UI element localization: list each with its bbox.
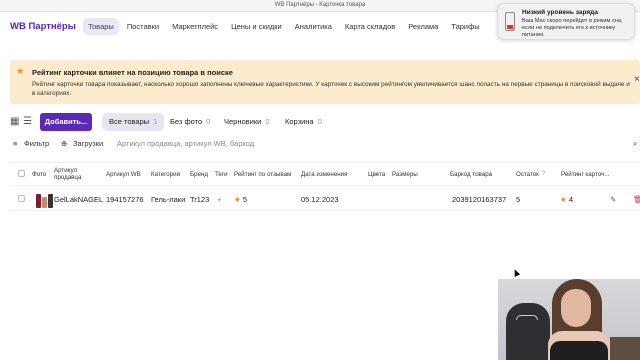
nav-links: Товары Поставки Маркетплейс Цены и скидк… [83, 18, 485, 35]
card-rating-value: 4 [568, 195, 573, 204]
stock: 5 [516, 195, 521, 204]
edit-icon[interactable]: ✎ [610, 195, 616, 204]
tab-label: Без фото [170, 117, 203, 126]
half-star-icon: ★ [560, 195, 567, 204]
add-button[interactable]: Добавить... [40, 113, 92, 131]
review-rating-value: 5 [242, 195, 247, 204]
banner-text: Рейтинг карточки товара показывает, наск… [32, 81, 630, 97]
chair-shape [506, 303, 550, 360]
seller-article[interactable]: GelLakNAGEL [54, 195, 103, 204]
tab-label: Все товары [109, 117, 150, 126]
nav-item-tovary[interactable]: Товары [83, 18, 119, 35]
col-card-rating[interactable]: Рейтинг карточ... [561, 171, 609, 178]
battery-icon [505, 12, 515, 31]
col-category[interactable]: Категория [151, 171, 180, 178]
col-photo: Фото [32, 171, 47, 178]
nav-item-warehouses[interactable]: Карта складов [340, 18, 400, 35]
tab-count: 0 [206, 117, 211, 126]
star-icon: ★ [234, 195, 241, 204]
notification-body: Ваш Mac скоро перейдет в режим сна, если… [522, 18, 623, 38]
mouse-cursor [511, 268, 521, 277]
tab-count: 1 [153, 117, 158, 126]
webcam-overlay [498, 279, 640, 360]
review-rating: ★ 5 [234, 195, 247, 204]
barcode: 2039120163737 [452, 195, 507, 204]
select-all-checkbox[interactable] [18, 170, 25, 177]
row-checkbox[interactable] [18, 195, 25, 202]
nav-item-ads[interactable]: Реклама [403, 18, 443, 35]
col-brand[interactable]: Бренд [190, 171, 208, 178]
filter-icon[interactable]: ≡ [13, 139, 17, 148]
col-sizes: Размеры [392, 171, 418, 178]
nav-item-postavki[interactable]: Поставки [122, 18, 164, 35]
nav-item-analytics[interactable]: Аналитика [290, 18, 337, 35]
col-review-rating[interactable]: Рейтинг по отзывам [234, 171, 291, 178]
search-icon[interactable]: ⌕ [633, 139, 637, 149]
nav-item-marketplace[interactable]: Маркетплейс [167, 18, 223, 35]
col-seller-article[interactable]: Артикул продавца [54, 167, 92, 181]
col-stock[interactable]: Остаток [516, 171, 539, 178]
category: Гель-лаки [151, 195, 186, 204]
presenter-shirt [550, 341, 608, 360]
col-barcode: Баркод товара [450, 171, 493, 178]
grid-view-icon[interactable]: ▦ [10, 116, 19, 127]
col-date-changed[interactable]: Дата изменения [301, 171, 348, 178]
app-window: WB Партнёры - Карточка товара WB Партнёр… [0, 0, 640, 360]
table-header: Фото Артикул продавца Артикул WB Категор… [10, 162, 640, 184]
col-tags: Теги [215, 171, 228, 178]
table-row[interactable]: GelLakNAGEL 194157276 Гель-лаки Tr123 + … [10, 185, 640, 211]
close-icon[interactable]: × [634, 74, 640, 85]
delete-icon[interactable]: 🗑 [633, 195, 640, 204]
tab-no-photo[interactable]: Без фото 0 [163, 113, 217, 131]
tab-count: 0 [317, 117, 322, 126]
tab-all-products[interactable]: Все товары 1 [102, 113, 165, 131]
star-icon: ★ [16, 66, 25, 76]
low-battery-notification[interactable]: Низкий уровень заряда Ваш Mac скоро пере… [497, 3, 635, 40]
rating-info-banner: ★ Рейтинг карточки влияет на позицию тов… [10, 60, 640, 104]
tab-label: Черновики [224, 117, 262, 126]
toolbar: ▦ ☰ Добавить... Все товары 1 Без фото 0 Че… [0, 112, 640, 132]
tab-count: 0 [265, 117, 270, 126]
nav-item-prices[interactable]: Цены и скидки [226, 18, 287, 35]
filter-bar: ≡ Фильтр ⊕ Загрузки Артикул продавца, ар… [0, 136, 640, 152]
product-thumbnail[interactable] [34, 190, 56, 208]
upload-icon[interactable]: ⊕ [61, 139, 67, 148]
banner-title: Рейтинг карточки влияет на позицию товар… [32, 68, 233, 77]
tab-trash[interactable]: Корзина 0 [278, 113, 329, 131]
date-changed: 05.12.2023 [301, 195, 339, 204]
help-icon[interactable]: ? [542, 170, 545, 177]
list-view-icon[interactable]: ☰ [23, 116, 32, 127]
filter-button[interactable]: Фильтр [24, 139, 49, 148]
col-color: Цвета [368, 171, 386, 178]
add-tag-icon[interactable]: + [217, 195, 221, 204]
brand: Tr123 [190, 195, 210, 204]
uploads-button[interactable]: Загрузки [73, 139, 103, 148]
notification-title: Низкий уровень заряда [522, 9, 598, 16]
card-rating: ★ 4 [560, 195, 573, 204]
presenter-face [561, 289, 591, 327]
tab-label: Корзина [285, 117, 314, 126]
col-wb-article[interactable]: Артикул WB [106, 171, 141, 178]
shelf-shape [610, 337, 640, 360]
wb-article: 194157276 [106, 195, 144, 204]
nav-item-tariffs[interactable]: Тарифы [446, 18, 484, 35]
wb-logo[interactable]: WB Партнёры [10, 21, 76, 32]
search-input[interactable]: Артикул продавца, артикул WB, баркод [117, 139, 254, 148]
tab-drafts[interactable]: Черновики 0 [217, 113, 276, 131]
